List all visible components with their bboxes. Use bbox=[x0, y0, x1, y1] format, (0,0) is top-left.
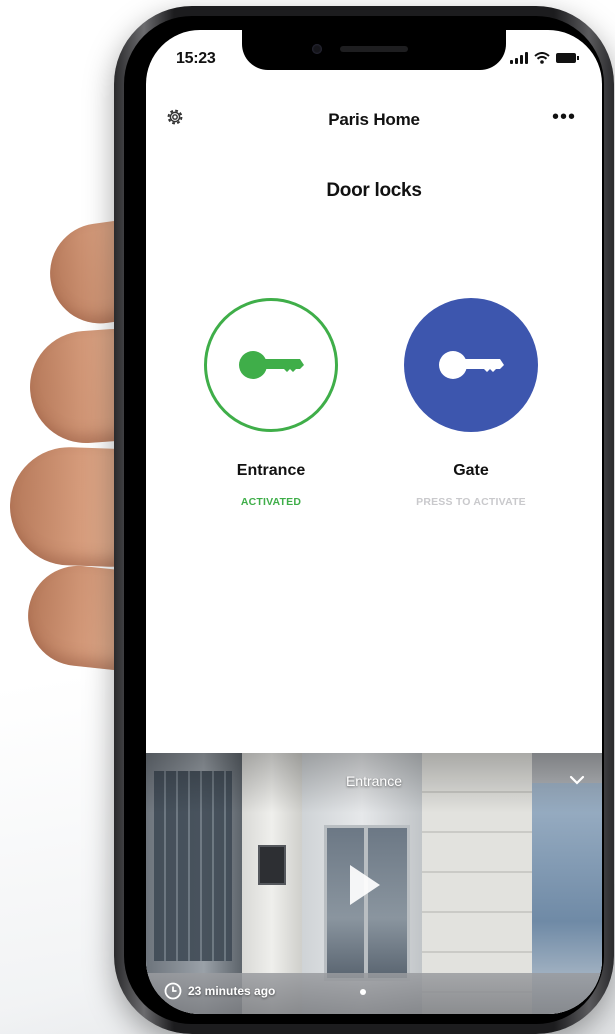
camera-video-panel[interactable]: Entrance 23 minutes ago bbox=[146, 753, 602, 1014]
camera-label: Entrance bbox=[345, 773, 403, 789]
status-time: 15:23 bbox=[176, 50, 216, 67]
key-icon bbox=[439, 351, 504, 379]
gate-lock-label: Gate bbox=[453, 462, 489, 479]
play-icon[interactable] bbox=[350, 865, 380, 905]
page-title: Paris Home bbox=[328, 110, 420, 129]
entrance-lock-label: Entrance bbox=[236, 462, 306, 479]
entrance-lock-button[interactable] bbox=[204, 298, 338, 432]
entrance-lock-status: ACTIVATED bbox=[240, 496, 302, 508]
last-event-time: 23 minutes ago bbox=[188, 984, 276, 998]
section-title: Door locks bbox=[326, 180, 422, 201]
chevron-down-icon[interactable] bbox=[568, 771, 586, 789]
front-camera bbox=[312, 44, 322, 54]
key-icon bbox=[239, 351, 304, 379]
video-scene-intercom bbox=[258, 845, 286, 885]
wifi-icon bbox=[534, 52, 550, 64]
page-indicator-dot bbox=[360, 989, 366, 995]
battery-icon bbox=[556, 53, 579, 63]
clock-icon bbox=[164, 982, 182, 1000]
earpiece-speaker bbox=[340, 46, 408, 52]
signal-icon bbox=[510, 52, 528, 64]
status-icons bbox=[510, 52, 579, 64]
phone-notch bbox=[242, 30, 506, 70]
app-screen: 15:23 Paris Home ••• Door locks Entrance… bbox=[146, 30, 602, 1014]
more-options-icon[interactable]: ••• bbox=[552, 107, 576, 127]
gate-lock-button[interactable] bbox=[404, 298, 538, 432]
gate-lock-status: PRESS TO ACTIVATE bbox=[416, 496, 526, 508]
